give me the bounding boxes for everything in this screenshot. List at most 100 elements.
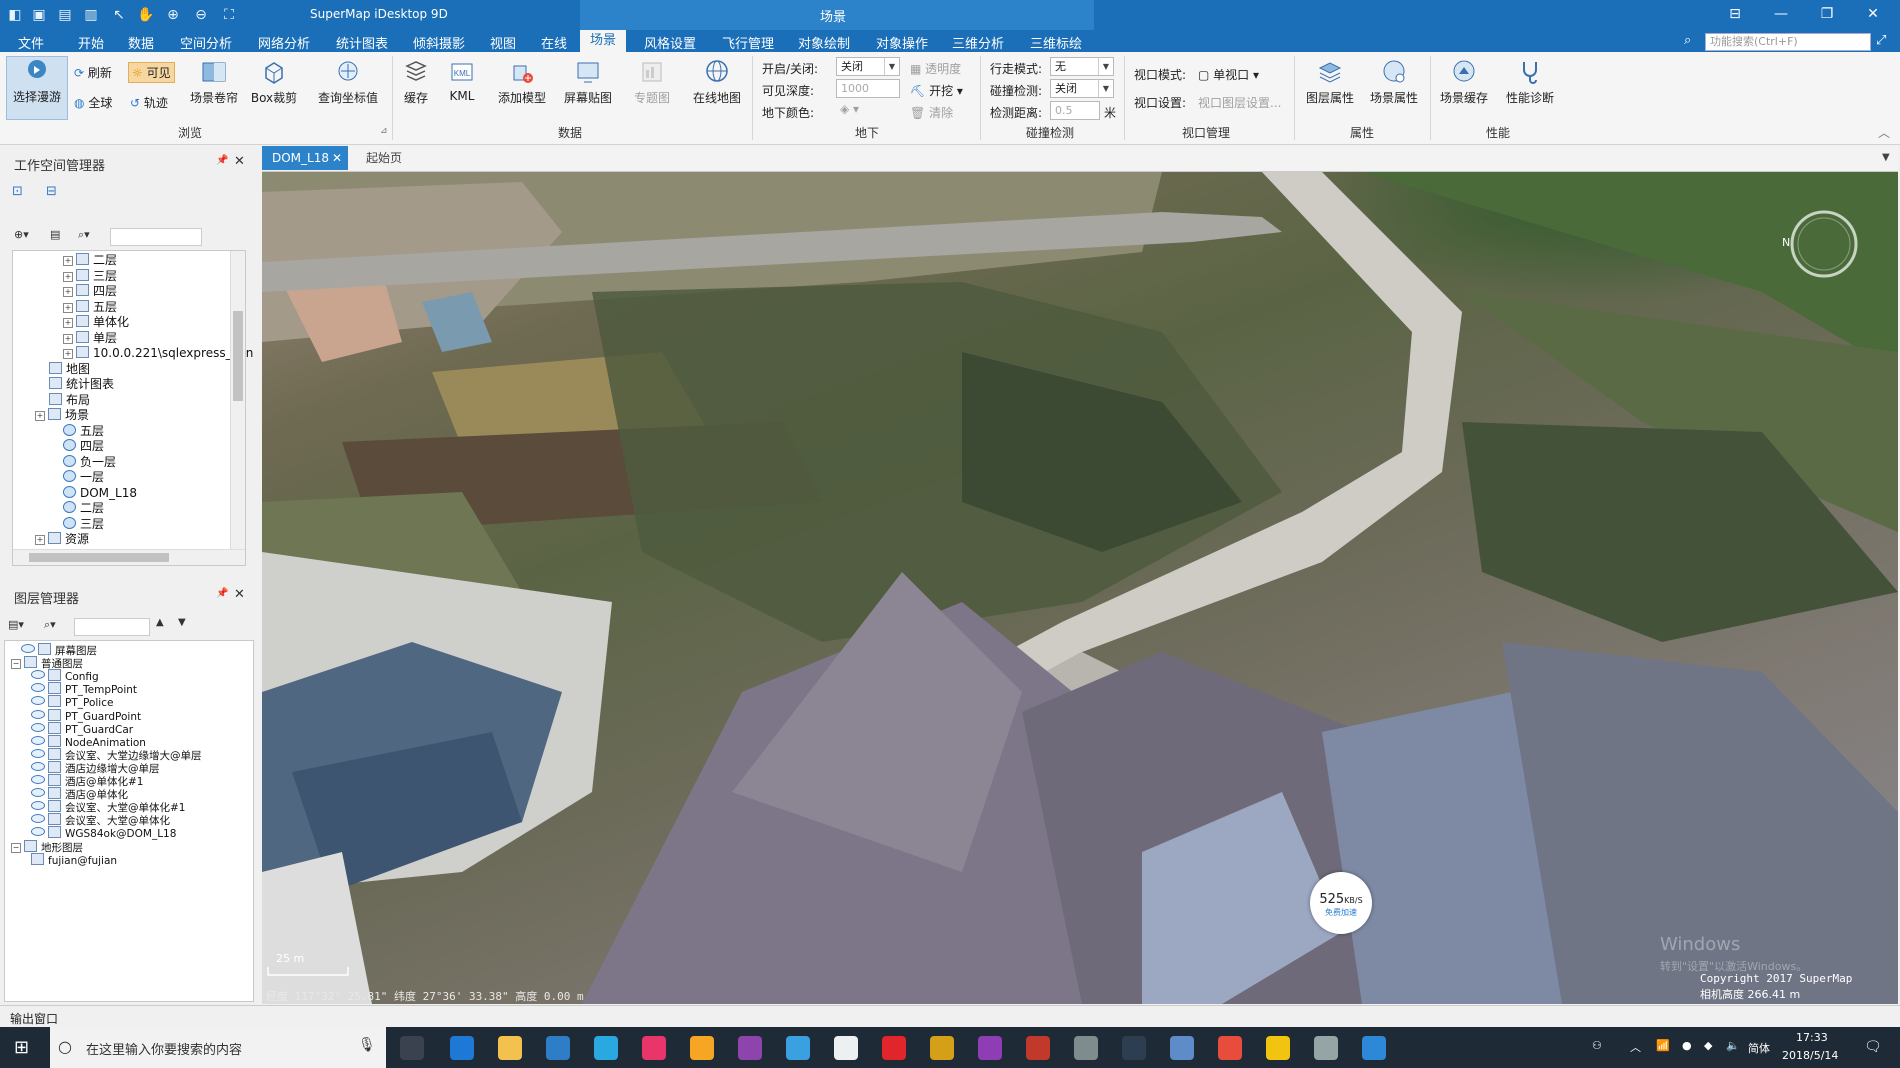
tab-scene[interactable]: 场景 — [580, 30, 627, 52]
microphone-icon[interactable]: 🎙 — [358, 1037, 376, 1053]
browse-launcher-icon[interactable]: ⊿ — [380, 126, 388, 136]
collapse-ribbon-icon[interactable]: ︿ — [1878, 124, 1890, 141]
expand-icon[interactable]: + — [35, 411, 45, 421]
store-icon[interactable] — [546, 1036, 570, 1060]
workspace-tree-item[interactable]: 五层 — [63, 423, 104, 439]
expand-icon[interactable]: + — [63, 271, 73, 282]
output-window-label[interactable]: 输出窗口 — [10, 1010, 58, 1027]
track-button[interactable]: ↺ 轨迹 — [130, 94, 168, 111]
move-up-icon[interactable]: ▲ — [156, 617, 164, 628]
dig-button[interactable]: ⛏ 开挖 ▾ — [910, 82, 963, 99]
tab-3d-analysis[interactable]: 三维分析 — [952, 33, 1004, 52]
clear-button[interactable]: 🗑 清除 — [910, 104, 953, 121]
search-icon[interactable]: ⌕▾ — [44, 618, 56, 632]
tool-icon[interactable] — [930, 1036, 954, 1060]
transparency-button[interactable]: ▦ 透明度 — [910, 60, 961, 77]
expand-icon[interactable]: + — [63, 318, 73, 328]
chrome-icon[interactable] — [1266, 1036, 1290, 1060]
remote-icon[interactable] — [1170, 1036, 1194, 1060]
visible-toggle[interactable]: ☼ 可见 — [128, 62, 175, 83]
perf-diag-button[interactable]: 性能诊断 — [1500, 58, 1560, 106]
workspace-tree-item[interactable]: 一层 — [63, 470, 104, 485]
collapse-icon[interactable]: − — [11, 842, 21, 853]
scroll-thumb[interactable] — [29, 553, 169, 562]
visibility-eye-icon[interactable] — [31, 801, 45, 811]
query-coord-button[interactable]: 查询坐标值 — [312, 58, 384, 106]
visibility-eye-icon[interactable] — [31, 683, 45, 693]
search-icon[interactable]: ⌕▾ — [78, 228, 90, 242]
workspace-search-input[interactable] — [110, 228, 202, 246]
add-model-button[interactable]: 添加模型 — [494, 58, 550, 106]
expand-icon[interactable]: ⤢ — [1876, 33, 1886, 48]
compass-n-icon[interactable]: N — [1782, 236, 1790, 249]
workspace-tree-item[interactable]: 布局 — [49, 392, 90, 408]
task-view-icon[interactable] — [400, 1036, 424, 1060]
workspace-tool-icon[interactable]: ⊕▾ — [14, 228, 29, 241]
database-icon[interactable]: ⊟ — [46, 184, 57, 199]
tab-style[interactable]: 风格设置 — [644, 33, 696, 52]
supermap-icon[interactable] — [1362, 1036, 1386, 1060]
scroll-thumb[interactable] — [233, 311, 243, 401]
media-icon[interactable] — [642, 1036, 666, 1060]
tray-chevron-icon[interactable]: ︿ — [1630, 1039, 1641, 1055]
underground-depth-input[interactable]: 1000 — [836, 79, 900, 98]
visibility-eye-icon[interactable] — [21, 644, 35, 653]
visibility-eye-icon[interactable] — [31, 775, 45, 784]
visual-studio-icon[interactable] — [738, 1036, 762, 1060]
workspace-tree-item[interactable]: + 四层 — [63, 284, 117, 299]
workspace-tree-item[interactable]: + 五层 — [63, 299, 117, 315]
pointer-icon[interactable]: ↖ — [108, 6, 130, 24]
workspace-icon[interactable]: ⊡ — [12, 184, 23, 199]
visibility-eye-icon[interactable] — [31, 827, 45, 837]
close-icon[interactable]: ✕ — [234, 154, 245, 169]
workspace-tree-item[interactable]: 统计图表 — [49, 377, 114, 392]
visibility-eye-icon[interactable] — [31, 788, 45, 798]
qq-browser-icon[interactable] — [594, 1036, 618, 1060]
layer-tree-item[interactable]: fujian@fujian — [31, 852, 117, 868]
tab-draw[interactable]: 对象绘制 — [798, 33, 850, 52]
notification-icon[interactable]: 🗨 — [1864, 1039, 1882, 1055]
penguin-icon[interactable] — [1314, 1036, 1338, 1060]
tab-data[interactable]: 数据 — [128, 33, 154, 52]
move-down-icon[interactable]: ▼ — [178, 617, 186, 628]
full-extent-icon[interactable]: ⛶ — [218, 6, 240, 24]
bird-icon[interactable] — [1074, 1036, 1098, 1060]
minimize-button[interactable]: — — [1766, 6, 1796, 22]
tab-flight[interactable]: 飞行管理 — [722, 33, 774, 52]
antivirus-icon[interactable]: ● — [1682, 1039, 1692, 1052]
scene-cache-button[interactable]: 场景缓存 — [1436, 58, 1492, 106]
online-map-button[interactable]: 在线地图 — [688, 58, 746, 106]
workspace-tree-item[interactable]: + 三层 — [63, 268, 117, 284]
g-icon[interactable] — [1218, 1036, 1242, 1060]
layer-search-input[interactable] — [74, 618, 150, 636]
tab-file[interactable]: 文件 — [18, 33, 44, 52]
net-speed-widget[interactable]: 525KB/S 免费加速 — [1310, 872, 1372, 934]
new-icon[interactable]: ▤ — [54, 6, 76, 24]
expand-icon[interactable]: + — [63, 333, 73, 344]
pin-icon[interactable]: 📌 — [216, 588, 228, 599]
close-icon[interactable]: ✕ — [332, 146, 342, 170]
workspace-tree-item[interactable]: DOM_L18 — [63, 485, 137, 501]
expand-icon[interactable]: + — [63, 256, 73, 266]
mail-icon[interactable] — [834, 1036, 858, 1060]
zoom-in-icon[interactable]: ⊕ — [162, 6, 184, 24]
network-icon[interactable]: 📶 — [1656, 1039, 1670, 1052]
scene-prop-button[interactable]: 场景属性 — [1366, 58, 1422, 106]
player-icon[interactable] — [690, 1036, 714, 1060]
visibility-eye-icon[interactable] — [31, 709, 45, 719]
select-roam-button[interactable]: 选择漫游 — [6, 56, 68, 120]
app-icon[interactable] — [786, 1036, 810, 1060]
viewport-mode-select[interactable]: ▢ 单视口 ▾ — [1198, 66, 1259, 83]
people-icon[interactable]: ⚇ — [1592, 1039, 1602, 1052]
expand-icon[interactable]: + — [35, 535, 45, 545]
close-icon[interactable]: ✕ — [234, 587, 245, 602]
visibility-eye-icon[interactable] — [31, 670, 45, 680]
tab-start-page[interactable]: 起始页 — [356, 146, 412, 170]
cache-button[interactable]: 缓存 — [398, 58, 434, 106]
layer-prop-button[interactable]: 图层属性 — [1302, 58, 1358, 106]
visibility-eye-icon[interactable] — [31, 814, 45, 824]
xmind-icon[interactable] — [1026, 1036, 1050, 1060]
visibility-eye-icon[interactable] — [31, 748, 45, 758]
windows-start-icon[interactable]: ⊞ — [14, 1037, 29, 1058]
workspace-tree-item[interactable]: 地图 — [49, 361, 90, 377]
